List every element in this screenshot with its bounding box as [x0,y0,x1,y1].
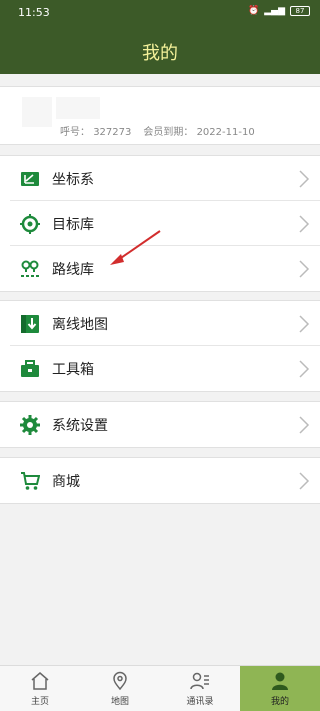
expiry-label: 会员到期： [143,127,194,138]
gear-icon [20,415,40,435]
route-icon [21,260,39,277]
menu-item-target[interactable]: 目标库 [10,201,320,246]
expiry-value: 2022-11-10 [196,127,255,138]
menu-group-2: 离线地图 工具箱 [0,300,320,392]
chevron-right-icon [299,416,310,434]
menu-item-shop[interactable]: 商城 [10,458,320,503]
tab-mine[interactable]: 我的 [240,666,320,711]
profile-card[interactable]: 呼号： 327273 会员到期： 2022-11-10 [0,86,320,145]
signal-icon: ▂▄▆ [264,6,285,16]
page-title: 我的 [142,43,178,64]
callsign-value: 327273 [93,127,132,138]
map-pin-icon [113,671,127,691]
tab-home[interactable]: 主页 [0,666,80,711]
menu-item-label: 路线库 [52,262,94,278]
menu-group-1: 坐标系 目标库 路线库 [0,155,320,292]
tab-contacts[interactable]: 通讯录 [160,666,240,711]
user-name-placeholder [56,97,100,119]
chevron-right-icon [299,260,310,278]
bottom-tab-bar: 主页 地图 通讯录 我的 [0,665,320,711]
callsign: 呼号： 327273 [60,123,131,138]
alarm-icon: ⏰ [248,6,260,16]
status-time: 11:53 [18,6,50,19]
offline-map-icon [21,315,39,333]
tab-label: 地图 [110,697,129,707]
callsign-label: 呼号： [60,127,90,138]
person-icon [272,672,288,690]
cart-icon [21,472,40,490]
chevron-right-icon [299,472,310,490]
contacts-icon [190,672,209,690]
menu-item-offline-map[interactable]: 离线地图 [10,301,320,346]
menu-item-label: 系统设置 [52,418,108,434]
menu-item-toolbox[interactable]: 工具箱 [10,346,320,391]
avatar [22,97,52,127]
membership-expiry: 会员到期： 2022-11-10 [143,123,254,138]
menu-group-4: 商城 [0,457,320,504]
chevron-right-icon [299,360,310,378]
tab-map[interactable]: 地图 [80,666,160,711]
status-icons: ⏰ ▂▄▆ 87 [248,6,310,16]
status-bar: 11:53 ⏰ ▂▄▆ 87 [0,0,320,26]
battery-icon: 87 [290,6,310,16]
menu-item-label: 坐标系 [52,172,94,188]
tab-label: 我的 [270,697,289,707]
home-icon [31,672,49,690]
menu-item-route[interactable]: 路线库 [10,246,320,291]
menu-item-label: 工具箱 [52,362,94,378]
chevron-right-icon [299,170,310,188]
chevron-right-icon [299,215,310,233]
tab-label: 主页 [30,697,49,707]
coordinate-icon [21,172,39,186]
menu-item-label: 离线地图 [52,317,108,333]
menu-group-3: 系统设置 [0,401,320,448]
menu-item-coordinate[interactable]: 坐标系 [10,156,320,201]
menu-item-settings[interactable]: 系统设置 [10,402,320,447]
toolbox-icon [21,360,39,377]
target-icon [20,214,40,234]
menu-item-label: 商城 [52,474,80,490]
chevron-right-icon [299,315,310,333]
profile-info: 呼号： 327273 会员到期： 2022-11-10 [60,123,255,138]
tab-label: 通讯录 [186,697,214,707]
menu-item-label: 目标库 [52,217,94,233]
title-bar: 我的 [0,26,320,74]
